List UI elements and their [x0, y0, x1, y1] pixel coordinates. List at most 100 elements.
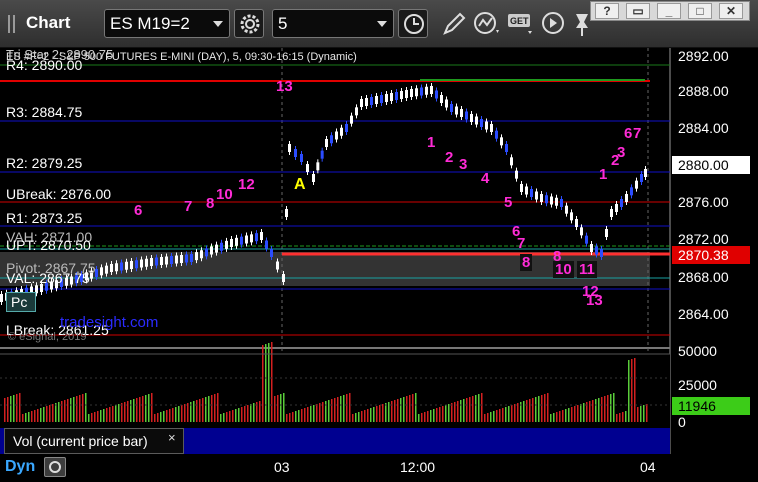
volume-bar — [403, 397, 405, 422]
r3-label: R3: 2884.75 — [6, 104, 83, 120]
volume-bar — [49, 405, 51, 422]
candle-body — [610, 209, 613, 217]
pc-badge[interactable]: Pc — [6, 292, 36, 312]
count-label: 13 — [276, 78, 293, 95]
count-label: 12 — [238, 176, 255, 193]
volume-bar — [79, 395, 81, 422]
settings-button[interactable] — [234, 9, 264, 38]
close-button[interactable]: ✕ — [719, 3, 743, 19]
candle-body — [285, 209, 288, 217]
volume-bar — [577, 405, 579, 422]
volume-bar — [136, 398, 138, 422]
candle-body — [535, 191, 538, 200]
count-label: 7 — [184, 198, 193, 215]
interval-value: 5 — [278, 14, 288, 33]
candle-body — [400, 91, 403, 99]
interval-combo[interactable]: 5 — [272, 9, 394, 38]
volume-bar — [37, 409, 39, 422]
volume-bar — [352, 414, 354, 422]
symbol-combo[interactable]: ES M19=2 — [104, 9, 230, 38]
volume-bar — [73, 397, 75, 422]
volume-bar — [115, 405, 117, 422]
volume-bar — [280, 394, 282, 422]
volume-bar — [451, 403, 453, 422]
chart-canvas[interactable] — [0, 48, 758, 476]
candle-body — [125, 261, 128, 270]
candle-body — [300, 154, 303, 162]
volume-bar — [187, 403, 189, 422]
volume-bar — [127, 401, 129, 422]
volume-bar — [211, 395, 213, 422]
candle-body — [505, 144, 508, 152]
candle-body — [255, 233, 258, 242]
pencil-icon[interactable] — [440, 10, 468, 38]
volume-bar — [331, 399, 333, 422]
val-label: VAL: 2867.75 — [6, 270, 90, 286]
volume-bar — [58, 402, 60, 422]
candle-body — [135, 260, 138, 269]
volume-bar — [19, 393, 21, 422]
chevron-down-icon[interactable] — [377, 21, 387, 27]
restore-layout-button[interactable]: ▭ — [626, 3, 650, 19]
count-label: 13 — [586, 292, 603, 309]
volume-bar — [166, 410, 168, 422]
volume-bar — [598, 398, 600, 422]
marker-price-box: 2870.38 — [672, 246, 750, 264]
volume-bar — [490, 412, 492, 422]
lock-icon[interactable] — [44, 457, 66, 477]
volume-bar — [607, 395, 609, 422]
candle-body — [130, 261, 133, 269]
volume-bar — [238, 408, 240, 422]
candle-body — [530, 189, 533, 197]
volume-bar — [535, 397, 537, 422]
count-label: 1 — [427, 134, 436, 151]
volume-bar — [265, 344, 267, 422]
candle-body — [215, 244, 218, 253]
count-label: 6 — [624, 125, 633, 142]
candle-body — [195, 252, 198, 261]
count-label: 10 — [216, 186, 233, 203]
drag-grip-icon[interactable] — [8, 15, 18, 33]
watermark-site: tradesight.com — [60, 314, 159, 331]
count-label: 8 — [520, 254, 533, 271]
study-tab-volume[interactable]: Vol (current price bar) — [4, 428, 184, 454]
candle-body — [220, 242, 223, 251]
volume-bar — [103, 409, 105, 422]
volume-bar — [316, 404, 318, 422]
volume-bar — [40, 408, 42, 422]
study-icon[interactable] — [472, 10, 502, 38]
volume-bar — [82, 394, 84, 422]
volume-bar — [634, 358, 636, 422]
r2-label: R2: 2879.25 — [6, 155, 83, 171]
candle-body — [515, 170, 518, 179]
volume-bar — [532, 398, 534, 422]
chevron-down-icon[interactable] — [213, 21, 223, 27]
close-icon[interactable]: × — [168, 430, 176, 445]
volume-bar — [85, 393, 87, 422]
minimize-button[interactable]: _ — [657, 3, 681, 19]
candle-body — [475, 116, 478, 125]
volume-bar — [28, 412, 30, 422]
volume-bar — [502, 408, 504, 422]
volume-bar — [595, 399, 597, 422]
candle-body — [245, 235, 248, 244]
help-button[interactable]: ? — [595, 3, 619, 19]
maximize-button[interactable]: □ — [688, 3, 712, 19]
dynamic-mode-label[interactable]: Dyn — [5, 458, 35, 476]
candle-body — [205, 248, 208, 257]
volume-bar — [193, 401, 195, 422]
volume-bar — [439, 407, 441, 422]
volume-bar — [457, 401, 459, 422]
candle-body — [460, 109, 463, 117]
volume-current-box: 11946 — [672, 397, 750, 415]
chart-area[interactable]: ES #F=2 - S&P 500 FUTURES E-MINI (DAY), … — [0, 47, 758, 476]
candle-body — [375, 96, 378, 104]
get-data-icon[interactable]: GET — [506, 10, 536, 38]
candle-body — [282, 274, 285, 282]
forward-icon[interactable] — [540, 10, 568, 38]
candle-body — [595, 246, 598, 255]
candle-body — [520, 184, 523, 192]
time-button[interactable] — [398, 9, 428, 38]
candle-body — [316, 162, 320, 171]
candle-body — [540, 194, 543, 202]
